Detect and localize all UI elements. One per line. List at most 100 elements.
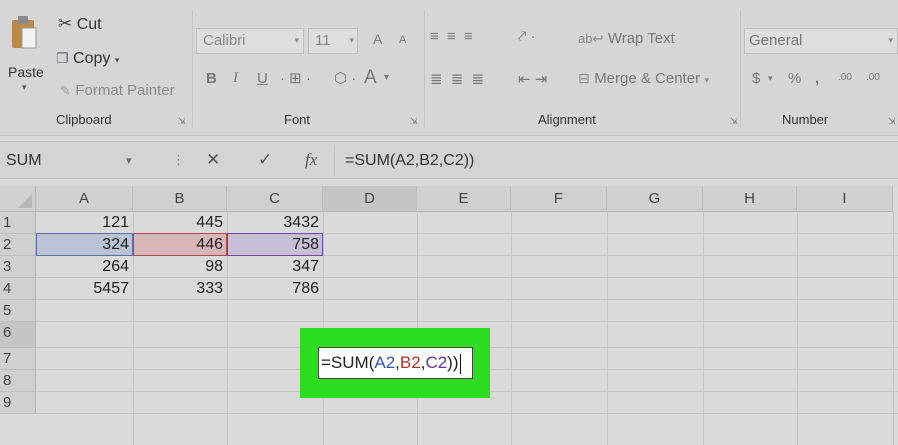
clipboard-group-label: Clipboard — [56, 112, 112, 127]
bold-button[interactable]: B — [206, 70, 217, 87]
gridline — [36, 321, 898, 322]
indent-icon[interactable]: ⇤ ⇥ — [518, 70, 547, 88]
chevron-down-icon: ▾ — [294, 35, 299, 45]
underline-button[interactable]: U — [257, 70, 268, 87]
column-header-g[interactable]: G — [607, 186, 703, 212]
row-header-7[interactable]: 7 — [0, 348, 36, 370]
cell-b1[interactable]: 445 — [133, 212, 227, 234]
divider — [424, 10, 425, 128]
row-header-5[interactable]: 5 — [0, 300, 36, 322]
font-color-button[interactable]: A — [364, 67, 377, 89]
column-header-a[interactable]: A — [36, 186, 133, 212]
divider — [740, 10, 741, 128]
paste-label: Paste — [8, 64, 44, 80]
cancel-icon[interactable]: ✕ — [206, 150, 220, 170]
active-cell-d6[interactable]: =SUM(A2,B2,C2)) — [318, 347, 473, 379]
name-box[interactable]: SUM ▾ — [0, 146, 150, 176]
chevron-down-icon[interactable]: ▾ — [384, 72, 389, 83]
alignment-dialog-launcher-icon[interactable]: ⇲ — [730, 116, 738, 127]
column-header-f[interactable]: F — [511, 186, 607, 212]
divider — [192, 10, 193, 128]
column-header-c[interactable]: C — [227, 186, 323, 212]
currency-button[interactable]: $ — [752, 70, 760, 87]
top-align-icon[interactable]: ≡ ≡ ≡ — [430, 28, 475, 45]
chevron-down-icon[interactable]: ▾ — [126, 154, 132, 167]
reference-b2: B2 — [399, 353, 421, 372]
increase-font-size-button[interactable]: A — [373, 31, 382, 47]
copy-icon: ❐ — [56, 50, 69, 66]
select-all-button[interactable] — [0, 186, 36, 212]
borders-icon[interactable]: · ⊞ · — [280, 69, 311, 87]
cell-c3[interactable]: 347 — [227, 256, 323, 278]
cell-a4[interactable]: 5457 — [36, 278, 133, 300]
gridline — [36, 413, 898, 414]
formula-prefix: =SUM( — [321, 353, 375, 372]
font-size-value: 11 — [315, 32, 331, 49]
gridline — [607, 212, 608, 445]
font-group-label: Font — [284, 112, 311, 127]
cell-c2[interactable]: 758 — [227, 234, 323, 256]
font-name-value: Calibri — [203, 32, 246, 49]
cut-button[interactable]: ✂ Cut — [58, 14, 102, 36]
decrease-decimal-button[interactable]: .00 — [866, 72, 880, 83]
column-header-h[interactable]: H — [703, 186, 797, 212]
ribbon: Paste ▾ ✂ Cut ❐ Copy ▾ ✎ Format Painter … — [0, 0, 898, 136]
merge-center-label: Merge & Center — [594, 70, 701, 87]
row-header-1[interactable]: 1 — [0, 212, 36, 234]
percent-button[interactable]: % — [788, 70, 801, 87]
chevron-down-icon: ▾ — [704, 75, 710, 85]
font-name-dropdown[interactable]: Calibri ▾ — [196, 28, 304, 54]
clipboard-dialog-launcher-icon[interactable]: ⇲ — [178, 116, 186, 127]
cell-c1[interactable]: 3432 — [227, 212, 323, 234]
cell-c4[interactable]: 786 — [227, 278, 323, 300]
decrease-font-size-button[interactable]: A — [399, 34, 406, 46]
column-header-e[interactable]: E — [417, 186, 511, 212]
enter-icon[interactable]: ✓ — [258, 150, 272, 170]
gridline — [797, 212, 798, 445]
row-header-8[interactable]: 8 — [0, 370, 36, 392]
cell-b4[interactable]: 333 — [133, 278, 227, 300]
comma-style-button[interactable]: , — [815, 70, 819, 87]
scissors-icon: ✂ — [58, 14, 73, 33]
merge-center-button[interactable]: ⊟ Merge & Center ▾ — [578, 70, 709, 88]
chevron-down-icon[interactable]: ▾ — [768, 73, 773, 84]
orientation-icon[interactable]: ⤤ · — [518, 28, 536, 45]
format-painter-button[interactable]: ✎ Format Painter — [60, 82, 175, 104]
wrap-text-button[interactable]: ab↩ Wrap Text — [578, 30, 675, 48]
italic-button[interactable]: I — [233, 70, 238, 87]
wrap-text-label: Wrap Text — [607, 30, 675, 47]
cell-a2[interactable]: 324 — [36, 234, 133, 256]
increase-decimal-button[interactable]: .00 — [838, 72, 852, 83]
cell-a3[interactable]: 264 — [36, 256, 133, 278]
spreadsheet-grid: A B C D E F G H I 1 2 3 4 5 6 7 8 9 121 … — [0, 186, 898, 445]
wrap-text-icon: ab↩ — [578, 31, 604, 46]
text-cursor — [459, 353, 461, 374]
cell-a1[interactable]: 121 — [36, 212, 133, 234]
copy-button[interactable]: ❐ Copy ▾ — [56, 50, 119, 72]
number-dialog-launcher-icon[interactable]: ⇲ — [888, 116, 896, 127]
cut-label: Cut — [76, 16, 102, 33]
reference-c2: C2 — [425, 353, 448, 372]
left-align-icon[interactable]: ≣ ≣ ≣ — [430, 70, 486, 88]
paste-icon — [12, 16, 37, 49]
fill-color-icon[interactable]: ⬡ · — [334, 69, 356, 87]
formula-input[interactable]: =SUM(A2,B2,C2)) — [334, 146, 898, 176]
number-format-dropdown[interactable]: General ▾ — [744, 28, 898, 54]
paste-button[interactable]: Paste ▾ — [2, 14, 50, 100]
column-header-i[interactable]: I — [797, 186, 893, 212]
insert-function-icon[interactable]: fx — [305, 150, 317, 170]
column-header-d[interactable]: D — [323, 186, 417, 212]
cell-b3[interactable]: 98 — [133, 256, 227, 278]
format-painter-label: Format Painter — [75, 82, 175, 99]
formula-bar: SUM ▾ ⋮ ✕ ✓ fx =SUM(A2,B2,C2)) — [0, 141, 898, 179]
row-header-6[interactable]: 6 — [0, 322, 36, 348]
cell-b2[interactable]: 446 — [133, 234, 227, 256]
row-header-9[interactable]: 9 — [0, 392, 36, 414]
font-size-dropdown[interactable]: 11 ▾ — [308, 28, 358, 54]
row-header-3[interactable]: 3 — [0, 256, 36, 278]
row-header-2[interactable]: 2 — [0, 234, 36, 256]
more-options-icon: ⋮ — [172, 152, 185, 167]
column-header-b[interactable]: B — [133, 186, 227, 212]
row-header-4[interactable]: 4 — [0, 278, 36, 300]
font-dialog-launcher-icon[interactable]: ⇲ — [410, 116, 418, 127]
